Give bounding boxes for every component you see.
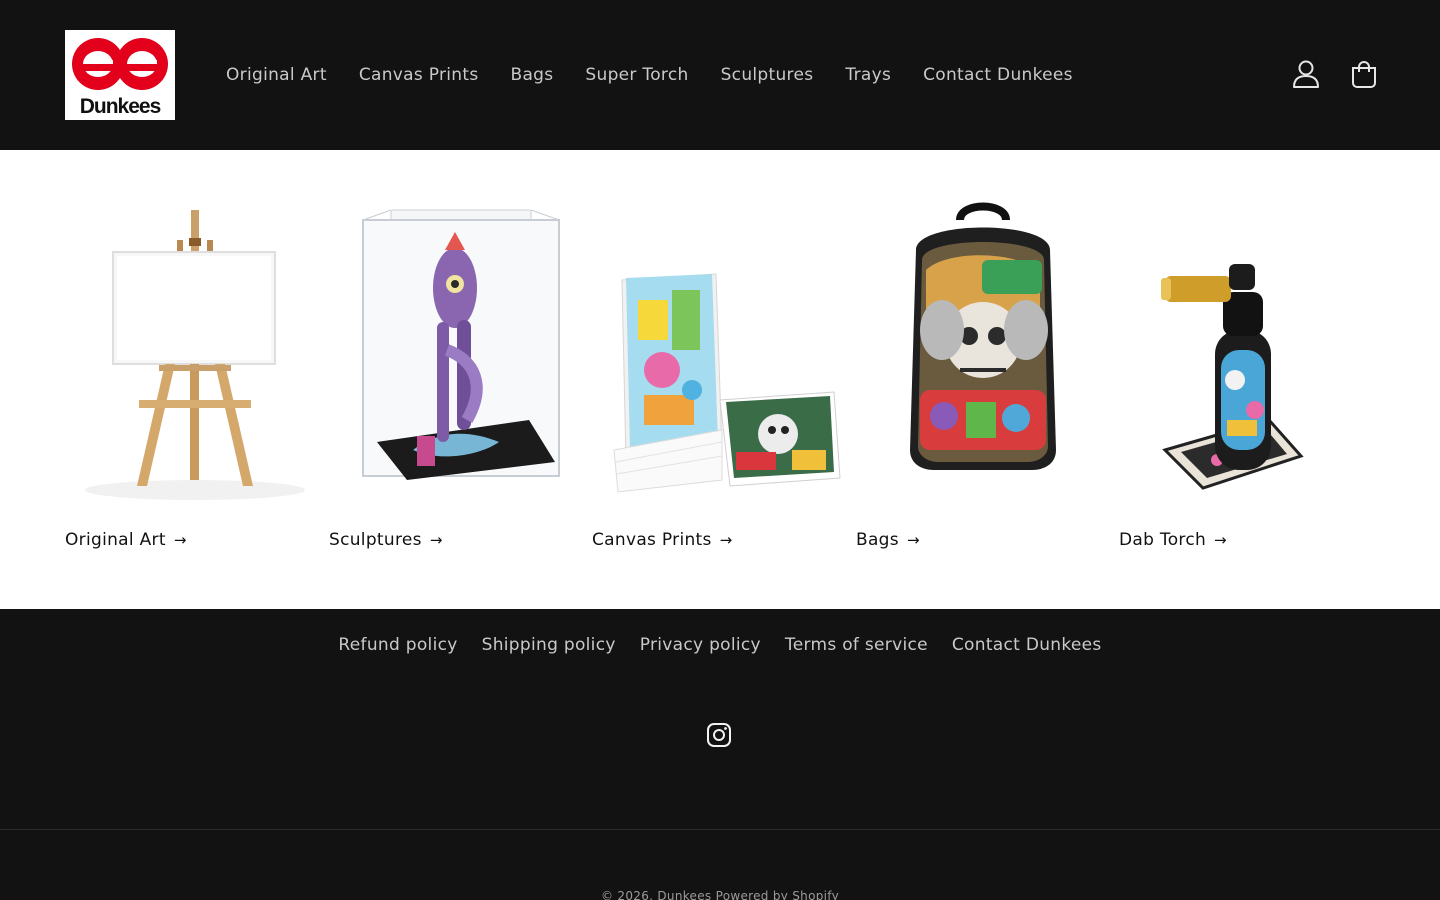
policy-link-contact[interactable]: Contact Dunkees — [952, 635, 1102, 655]
collection-image-dab-torch — [1119, 180, 1373, 510]
collection-title: Dab Torch — [1119, 530, 1207, 550]
arrow-right-icon: → — [719, 530, 733, 549]
policy-link-refund[interactable]: Refund policy — [338, 635, 457, 655]
instagram-icon[interactable] — [705, 721, 733, 749]
collection-card-sculptures[interactable]: Sculptures → — [329, 180, 583, 552]
nav-item-trays[interactable]: Trays — [829, 65, 907, 85]
collection-image-bags — [856, 180, 1110, 510]
collection-card-canvas-prints[interactable]: Canvas Prints → — [592, 180, 846, 552]
arrow-right-icon: → — [906, 530, 920, 549]
collection-image-canvas-prints — [592, 180, 846, 510]
arrow-right-icon: → — [173, 530, 187, 549]
nav-item-sculptures[interactable]: Sculptures — [705, 65, 830, 85]
arrow-right-icon: → — [1214, 530, 1227, 549]
svg-text:Dunkees: Dunkees — [80, 95, 161, 118]
nav-item-original-art[interactable]: Original Art — [210, 65, 343, 85]
nav-item-super-torch[interactable]: Super Torch — [569, 65, 704, 85]
collection-card-dab-torch[interactable]: Dab Torch → — [1119, 180, 1373, 552]
arrow-right-icon: → — [429, 530, 443, 549]
collection-card-original-art[interactable]: Original Art → — [65, 180, 319, 552]
canvas-prints-stack-icon — [613, 273, 841, 493]
nav-item-canvas-prints[interactable]: Canvas Prints — [343, 65, 495, 85]
decorated-torch-icon — [1161, 264, 1304, 490]
collection-title: Original Art — [65, 530, 166, 550]
acrylic-case-sculpture-icon — [362, 209, 560, 480]
collection-card-bags[interactable]: Bags → — [856, 180, 1110, 552]
policy-link-privacy[interactable]: Privacy policy — [640, 635, 761, 655]
site-header: Dunkees Original Art Canvas Prints Bags … — [0, 0, 1440, 150]
graffiti-backpack-icon — [910, 202, 1056, 470]
main-navigation: Original Art Canvas Prints Bags Super To… — [210, 60, 1089, 90]
policy-links: Refund policy Shipping policy Privacy po… — [0, 635, 1440, 655]
easel-canvas-icon — [85, 210, 305, 500]
collection-title: Sculptures — [329, 530, 422, 550]
collection-title: Canvas Prints — [592, 530, 712, 550]
cart-icon[interactable] — [1350, 57, 1378, 91]
nav-item-contact-dunkees[interactable]: Contact Dunkees — [907, 65, 1089, 85]
collection-title: Bags — [856, 530, 899, 550]
collection-image-sculptures — [329, 180, 583, 510]
dunkees-logo-icon: Dunkees — [65, 30, 175, 120]
copyright-text: © 2026, Dunkees Powered by Shopify — [601, 889, 839, 900]
policy-link-shipping[interactable]: Shipping policy — [482, 635, 616, 655]
store-logo[interactable]: Dunkees — [65, 30, 175, 120]
policy-link-terms[interactable]: Terms of service — [785, 635, 928, 655]
nav-item-bags[interactable]: Bags — [494, 65, 569, 85]
collection-image-original-art — [65, 180, 319, 510]
header-icons — [1292, 57, 1378, 91]
site-footer: Refund policy Shipping policy Privacy po… — [0, 609, 1440, 900]
collection-list: Original Art → Sculptures → Canvas Print… — [0, 150, 1440, 609]
account-icon[interactable] — [1292, 57, 1320, 91]
footer-divider — [0, 829, 1440, 830]
